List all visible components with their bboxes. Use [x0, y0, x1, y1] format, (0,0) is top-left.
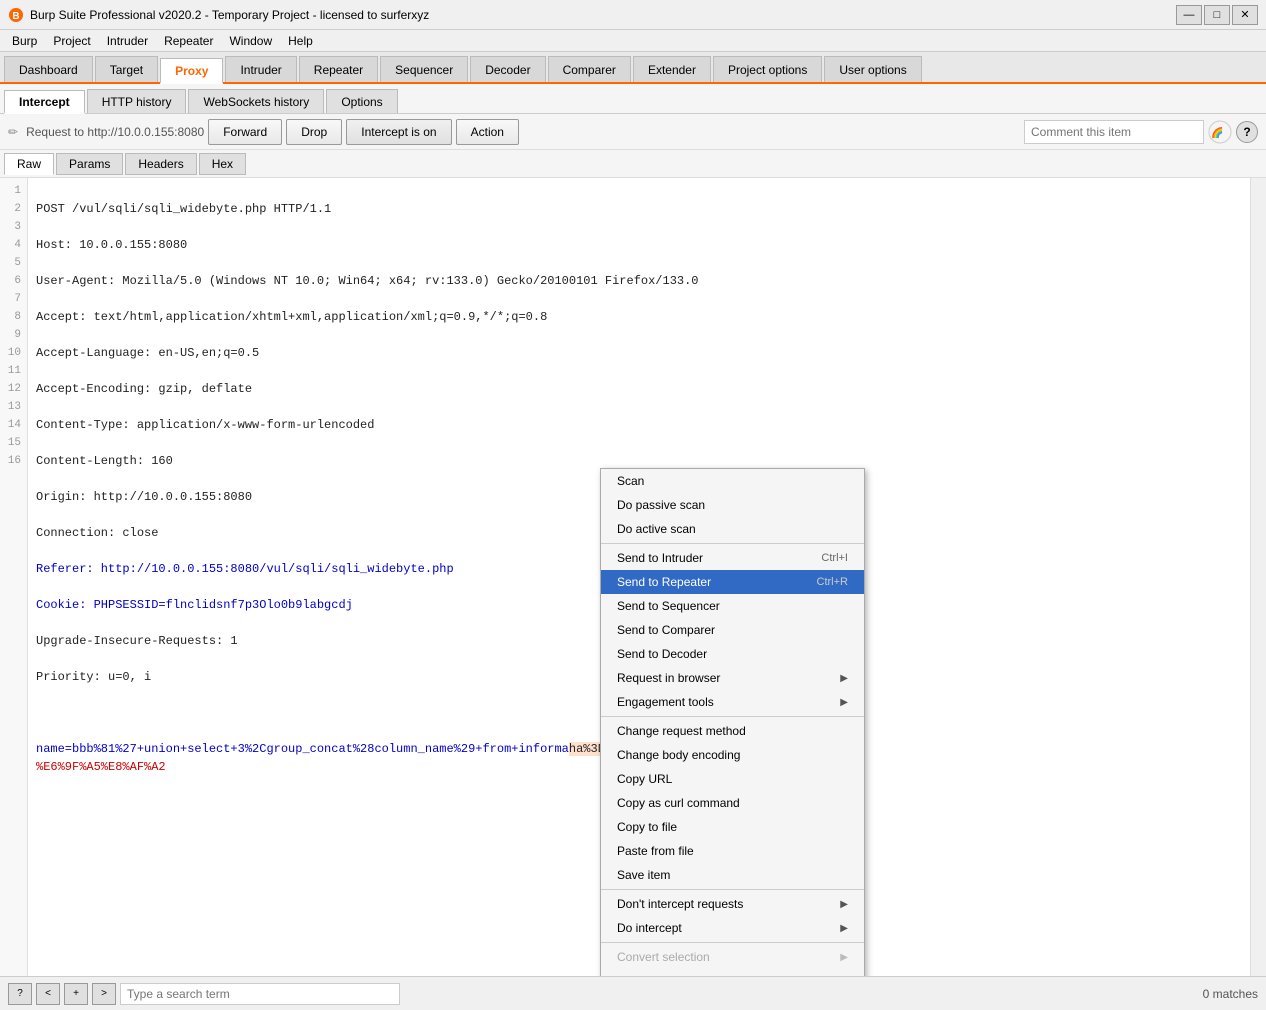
code-line-3: User-Agent: Mozilla/5.0 (Windows NT 10.0…	[36, 272, 1242, 290]
sub-tab-bar: Intercept HTTP history WebSockets histor…	[0, 84, 1266, 114]
ctx-sep-1	[601, 543, 864, 544]
ctx-send-decoder[interactable]: Send to Decoder	[601, 642, 864, 666]
ctx-dont-intercept[interactable]: Don't intercept requests▶	[601, 892, 864, 916]
tab-extender[interactable]: Extender	[633, 56, 711, 82]
editor-tab-bar: Raw Params Headers Hex	[0, 150, 1266, 178]
intercept-toggle-button[interactable]: Intercept is on	[346, 119, 451, 145]
ctx-send-intruder[interactable]: Send to IntruderCtrl+I	[601, 546, 864, 570]
context-menu: Scan Do passive scan Do active scan Send…	[600, 468, 865, 976]
tab-intruder[interactable]: Intruder	[225, 56, 296, 82]
ctx-copy-file[interactable]: Copy to file	[601, 815, 864, 839]
tab-dashboard[interactable]: Dashboard	[4, 56, 93, 82]
content-area: 12345 678910 1112131415 16 POST /vul/sql…	[0, 178, 1266, 976]
help-icon[interactable]: ?	[1236, 121, 1258, 143]
intercept-toolbar: ✏ Request to http://10.0.0.155:8080 Forw…	[0, 114, 1266, 150]
ctx-active-scan[interactable]: Do active scan	[601, 517, 864, 541]
titlebar-title: Burp Suite Professional v2020.2 - Tempor…	[30, 8, 429, 22]
ctx-change-encoding[interactable]: Change body encoding	[601, 743, 864, 767]
app-icon: B	[8, 7, 24, 23]
pencil-icon: ✏	[8, 125, 18, 139]
menu-window[interactable]: Window	[221, 32, 280, 50]
code-line-4: Accept: text/html,application/xhtml+xml,…	[36, 308, 1242, 326]
ctx-do-intercept[interactable]: Do intercept▶	[601, 916, 864, 940]
editor-tab-headers[interactable]: Headers	[125, 153, 196, 175]
tab-sequencer[interactable]: Sequencer	[380, 56, 468, 82]
forward-button[interactable]: Forward	[208, 119, 282, 145]
ctx-sep-4	[601, 942, 864, 943]
close-button[interactable]: ✕	[1232, 5, 1258, 25]
tab-target[interactable]: Target	[95, 56, 158, 82]
tab-comparer[interactable]: Comparer	[548, 56, 631, 82]
tab-proxy[interactable]: Proxy	[160, 58, 223, 84]
subtab-websockets-history[interactable]: WebSockets history	[188, 89, 324, 113]
maximize-button[interactable]: □	[1204, 5, 1230, 25]
help-button[interactable]: ?	[8, 983, 32, 1005]
code-line-1: POST /vul/sqli/sqli_widebyte.php HTTP/1.…	[36, 200, 1242, 218]
ctx-send-sequencer[interactable]: Send to Sequencer	[601, 594, 864, 618]
tab-user-options[interactable]: User options	[824, 56, 921, 82]
ctx-passive-scan[interactable]: Do passive scan	[601, 493, 864, 517]
subtab-http-history[interactable]: HTTP history	[87, 89, 187, 113]
vertical-scrollbar[interactable]	[1250, 178, 1266, 976]
ctx-sep-3	[601, 889, 864, 890]
add-button[interactable]: +	[64, 983, 88, 1005]
ctx-convert-selection: Convert selection▶	[601, 945, 864, 969]
next-button[interactable]: >	[92, 983, 116, 1005]
menu-burp[interactable]: Burp	[4, 32, 45, 50]
search-input[interactable]	[120, 983, 400, 1005]
prev-button[interactable]: <	[36, 983, 60, 1005]
ctx-paste-file[interactable]: Paste from file	[601, 839, 864, 863]
menubar: Burp Project Intruder Repeater Window He…	[0, 30, 1266, 52]
line-numbers: 12345 678910 1112131415 16	[0, 178, 28, 976]
code-line-5: Accept-Language: en-US,en;q=0.5	[36, 344, 1242, 362]
app-window: B Burp Suite Professional v2020.2 - Temp…	[0, 0, 1266, 1010]
menu-intruder[interactable]: Intruder	[99, 32, 156, 50]
ctx-change-method[interactable]: Change request method	[601, 719, 864, 743]
titlebar: B Burp Suite Professional v2020.2 - Temp…	[0, 0, 1266, 30]
menu-project[interactable]: Project	[45, 32, 98, 50]
minimize-button[interactable]: —	[1176, 5, 1202, 25]
burp-logo-icon: 🌈	[1208, 120, 1232, 144]
ctx-url-encode[interactable]: URL-encode as you type	[601, 969, 864, 976]
tab-repeater[interactable]: Repeater	[299, 56, 378, 82]
action-button[interactable]: Action	[456, 119, 519, 145]
request-label: Request to http://10.0.0.155:8080	[26, 125, 204, 139]
tab-project-options[interactable]: Project options	[713, 56, 822, 82]
svg-text:🌈: 🌈	[1211, 126, 1223, 139]
ctx-scan[interactable]: Scan	[601, 469, 864, 493]
code-line-7: Content-Type: application/x-www-form-url…	[36, 416, 1242, 434]
drop-button[interactable]: Drop	[286, 119, 342, 145]
tab-decoder[interactable]: Decoder	[470, 56, 545, 82]
code-line-2: Host: 10.0.0.155:8080	[36, 236, 1242, 254]
editor-tab-hex[interactable]: Hex	[199, 153, 246, 175]
ctx-request-browser[interactable]: Request in browser▶	[601, 666, 864, 690]
ctx-engagement-tools[interactable]: Engagement tools▶	[601, 690, 864, 714]
bottom-bar: ? < + > 0 matches	[0, 976, 1266, 1010]
menu-repeater[interactable]: Repeater	[156, 32, 221, 50]
svg-text:B: B	[12, 11, 19, 22]
subtab-options[interactable]: Options	[326, 89, 397, 113]
menu-help[interactable]: Help	[280, 32, 321, 50]
code-line-6: Accept-Encoding: gzip, deflate	[36, 380, 1242, 398]
editor-tab-raw[interactable]: Raw	[4, 153, 54, 175]
ctx-copy-curl[interactable]: Copy as curl command	[601, 791, 864, 815]
ctx-copy-url[interactable]: Copy URL	[601, 767, 864, 791]
ctx-send-repeater[interactable]: Send to RepeaterCtrl+R	[601, 570, 864, 594]
editor-tab-params[interactable]: Params	[56, 153, 123, 175]
ctx-sep-2	[601, 716, 864, 717]
matches-badge: 0 matches	[1203, 987, 1258, 1001]
subtab-intercept[interactable]: Intercept	[4, 90, 85, 114]
top-tab-bar: Dashboard Target Proxy Intruder Repeater…	[0, 52, 1266, 84]
ctx-save-item[interactable]: Save item	[601, 863, 864, 887]
ctx-send-comparer[interactable]: Send to Comparer	[601, 618, 864, 642]
comment-input[interactable]	[1024, 120, 1204, 144]
